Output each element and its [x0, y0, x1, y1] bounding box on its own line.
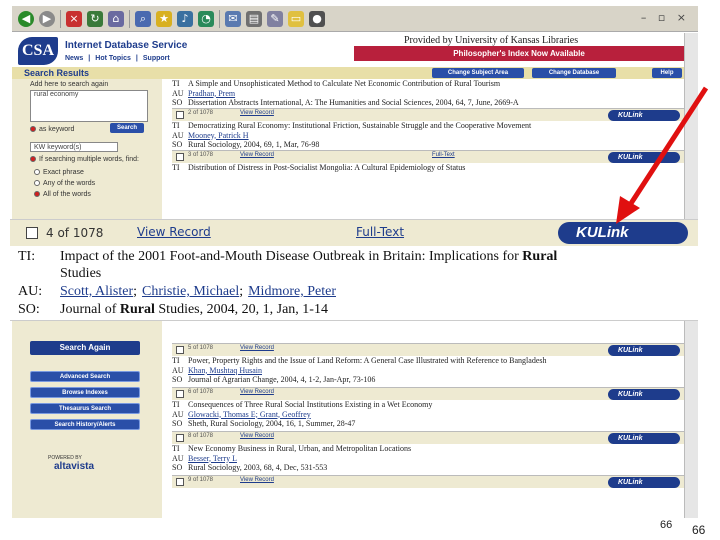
arrow-shaft [625, 86, 709, 210]
inner-page-number: 66 [660, 519, 673, 531]
arrow-head [616, 196, 640, 224]
red-arrow-annotation [616, 86, 709, 224]
slide-page-number: 66 [692, 523, 706, 537]
